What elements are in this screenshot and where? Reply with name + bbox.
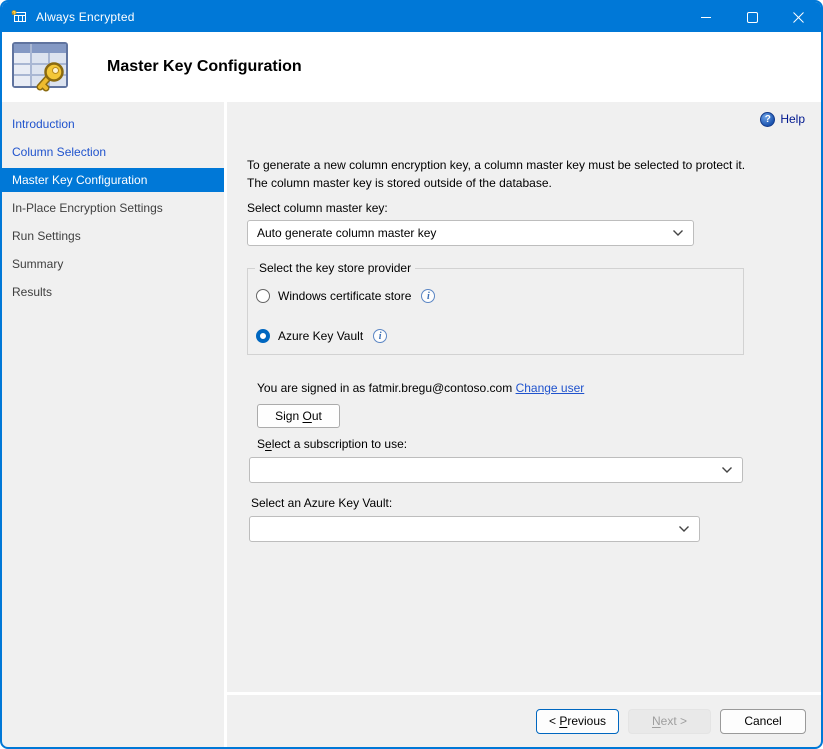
- table-key-icon: [11, 9, 27, 25]
- title-bar: Always Encrypted: [2, 2, 821, 32]
- master-key-label: Select column master key:: [247, 201, 805, 215]
- help-row: ? Help: [247, 110, 805, 128]
- chevron-down-icon: [678, 525, 690, 533]
- sidebar-item-master-key-configuration[interactable]: Master Key Configuration: [2, 168, 224, 192]
- intro-text: To generate a new column encryption key,…: [247, 156, 761, 192]
- key-vault-dropdown[interactable]: [249, 516, 700, 542]
- windows-certificate-store-label: Windows certificate store: [278, 289, 411, 303]
- sidebar-item-column-selection[interactable]: Column Selection: [2, 138, 224, 166]
- table-key-icon: [10, 39, 74, 95]
- signed-in-status: You are signed in as fatmir.bregu@contos…: [257, 381, 805, 395]
- always-encrypted-wizard-window: Always Encrypted: [0, 0, 823, 749]
- wizard-footer: < Previous Next > Cancel: [227, 695, 821, 747]
- info-icon[interactable]: i: [421, 289, 435, 303]
- sidebar-item-run-settings[interactable]: Run Settings: [2, 222, 224, 250]
- radio-unchecked-icon[interactable]: [256, 289, 270, 303]
- radio-checked-icon[interactable]: [256, 329, 270, 343]
- sidebar-item-results[interactable]: Results: [2, 278, 224, 306]
- wizard-steps-sidebar: Introduction Column Selection Master Key…: [2, 102, 224, 747]
- change-user-link[interactable]: Change user: [516, 381, 585, 395]
- master-key-dropdown-value: Auto generate column master key: [257, 226, 436, 240]
- help-icon: ?: [760, 112, 775, 127]
- master-key-configuration-page: ? Help To generate a new column encrypti…: [227, 102, 821, 692]
- key-store-provider-group: Select the key store provider Windows ce…: [247, 268, 744, 355]
- info-icon[interactable]: i: [373, 329, 387, 343]
- chevron-down-icon: [672, 229, 684, 237]
- wizard-header: Master Key Configuration: [2, 32, 821, 102]
- sign-out-button[interactable]: Sign Out: [257, 404, 340, 428]
- window-controls: [683, 2, 821, 32]
- sidebar-item-in-place-encryption-settings[interactable]: In-Place Encryption Settings: [2, 194, 224, 222]
- subscription-dropdown[interactable]: [249, 457, 743, 483]
- key-store-provider-group-label: Select the key store provider: [255, 261, 415, 275]
- azure-key-vault-label: Azure Key Vault: [278, 329, 363, 343]
- key-vault-label: Select an Azure Key Vault:: [251, 496, 805, 510]
- next-button[interactable]: Next >: [628, 709, 711, 734]
- subscription-label: Select a subscription to use:: [257, 437, 805, 451]
- window-title: Always Encrypted: [36, 10, 135, 24]
- master-key-dropdown[interactable]: Auto generate column master key: [247, 220, 694, 246]
- minimize-icon[interactable]: [683, 2, 729, 32]
- page-title: Master Key Configuration: [107, 58, 302, 76]
- close-icon[interactable]: [775, 2, 821, 32]
- sidebar-item-introduction[interactable]: Introduction: [2, 110, 224, 138]
- maximize-icon[interactable]: [729, 2, 775, 32]
- cancel-button[interactable]: Cancel: [720, 709, 806, 734]
- wizard-body: Introduction Column Selection Master Key…: [2, 102, 821, 747]
- signed-in-text: You are signed in as fatmir.bregu@contos…: [257, 381, 512, 395]
- windows-certificate-store-option[interactable]: Windows certificate store i: [256, 289, 743, 303]
- main-panel: ? Help To generate a new column encrypti…: [227, 102, 821, 747]
- chevron-down-icon: [721, 466, 733, 474]
- previous-button[interactable]: < Previous: [536, 709, 619, 734]
- help-link[interactable]: Help: [780, 112, 805, 126]
- sidebar-item-summary[interactable]: Summary: [2, 250, 224, 278]
- azure-key-vault-option[interactable]: Azure Key Vault i: [256, 329, 743, 343]
